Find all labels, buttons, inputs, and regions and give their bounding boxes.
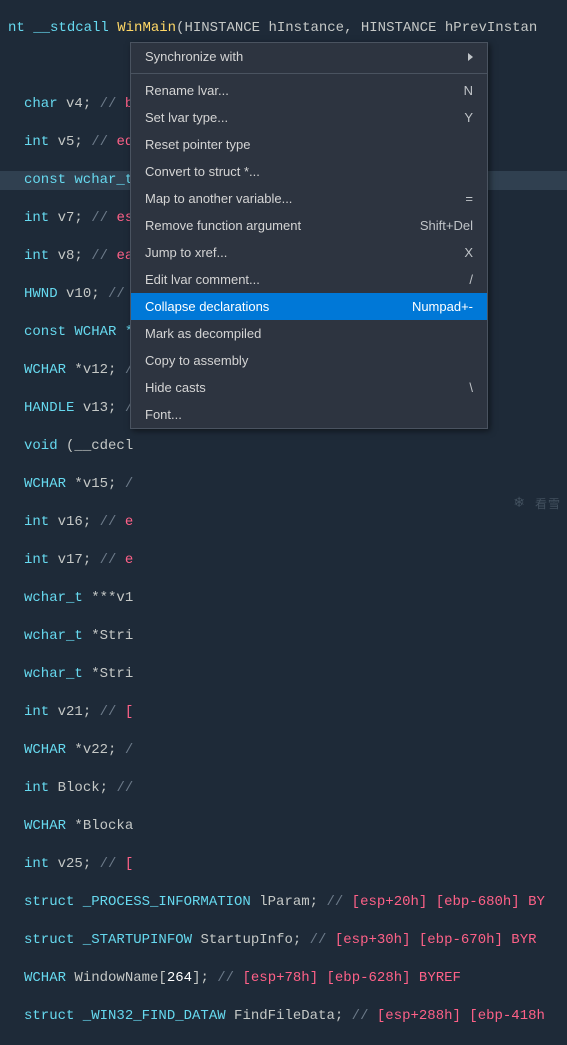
context-menu: Synchronize with Rename lvar... N Set lv… [130, 42, 488, 429]
menu-label: Map to another variable... [145, 191, 292, 206]
menu-reset-pointer-type[interactable]: Reset pointer type [131, 131, 487, 158]
code-line: int v25; // [ [0, 855, 567, 874]
menu-collapse-declarations[interactable]: Collapse declarations Numpad+- [131, 293, 487, 320]
menu-shortcut: X [464, 245, 473, 260]
menu-shortcut: \ [469, 380, 473, 395]
menu-shortcut: / [469, 272, 473, 287]
menu-rename-lvar[interactable]: Rename lvar... N [131, 77, 487, 104]
menu-synchronize-with[interactable]: Synchronize with [131, 43, 487, 70]
menu-map-to-another-variable[interactable]: Map to another variable... = [131, 185, 487, 212]
code-line: WCHAR *v15; / [0, 475, 567, 494]
menu-label: Remove function argument [145, 218, 301, 233]
menu-shortcut: Shift+Del [420, 218, 473, 233]
code-line: wchar_t *Stri [0, 665, 567, 684]
code-line: WCHAR WindowName[264]; // [esp+78h] [ebp… [0, 969, 567, 988]
menu-label: Edit lvar comment... [145, 272, 260, 287]
menu-shortcut: = [465, 191, 473, 206]
menu-font[interactable]: Font... [131, 401, 487, 428]
code-line: void (__cdecl [0, 437, 567, 456]
menu-label: Hide casts [145, 380, 206, 395]
watermark-text: 看雪 [535, 495, 561, 512]
menu-label: Convert to struct *... [145, 164, 260, 179]
submenu-arrow-icon [468, 53, 473, 61]
menu-copy-to-assembly[interactable]: Copy to assembly [131, 347, 487, 374]
code-line: struct _WIN32_FIND_DATAW FindFileData; /… [0, 1007, 567, 1026]
menu-shortcut: Y [464, 110, 473, 125]
menu-edit-lvar-comment[interactable]: Edit lvar comment... / [131, 266, 487, 293]
code-line: struct _PROCESS_INFORMATION lParam; // [… [0, 893, 567, 912]
code-line: WCHAR *Blocka [0, 817, 567, 836]
menu-label: Set lvar type... [145, 110, 228, 125]
menu-separator [131, 73, 487, 74]
code-line: wchar_t ***v1 [0, 589, 567, 608]
snowflake-icon: ❄ [513, 495, 525, 512]
menu-label: Collapse declarations [145, 299, 269, 314]
code-line: int v17; // e [0, 551, 567, 570]
menu-label: Synchronize with [145, 49, 243, 64]
code-line: WCHAR *v22; / [0, 741, 567, 760]
code-line: int Block; // [0, 779, 567, 798]
menu-jump-to-xref[interactable]: Jump to xref... X [131, 239, 487, 266]
code-line: nt __stdcall WinMain(HINSTANCE hInstance… [0, 19, 567, 38]
menu-convert-to-struct[interactable]: Convert to struct *... [131, 158, 487, 185]
code-line: int v16; // e [0, 513, 567, 532]
code-line: struct _STARTUPINFOW StartupInfo; // [es… [0, 931, 567, 950]
code-line: wchar_t *Stri [0, 627, 567, 646]
menu-label: Rename lvar... [145, 83, 229, 98]
menu-label: Mark as decompiled [145, 326, 261, 341]
menu-set-lvar-type[interactable]: Set lvar type... Y [131, 104, 487, 131]
menu-label: Jump to xref... [145, 245, 227, 260]
code-line: int v21; // [ [0, 703, 567, 722]
menu-hide-casts[interactable]: Hide casts \ [131, 374, 487, 401]
menu-mark-as-decompiled[interactable]: Mark as decompiled [131, 320, 487, 347]
menu-shortcut: N [464, 83, 473, 98]
menu-label: Reset pointer type [145, 137, 251, 152]
menu-shortcut: Numpad+- [412, 299, 473, 314]
menu-remove-function-argument[interactable]: Remove function argument Shift+Del [131, 212, 487, 239]
menu-label: Font... [145, 407, 182, 422]
menu-label: Copy to assembly [145, 353, 248, 368]
